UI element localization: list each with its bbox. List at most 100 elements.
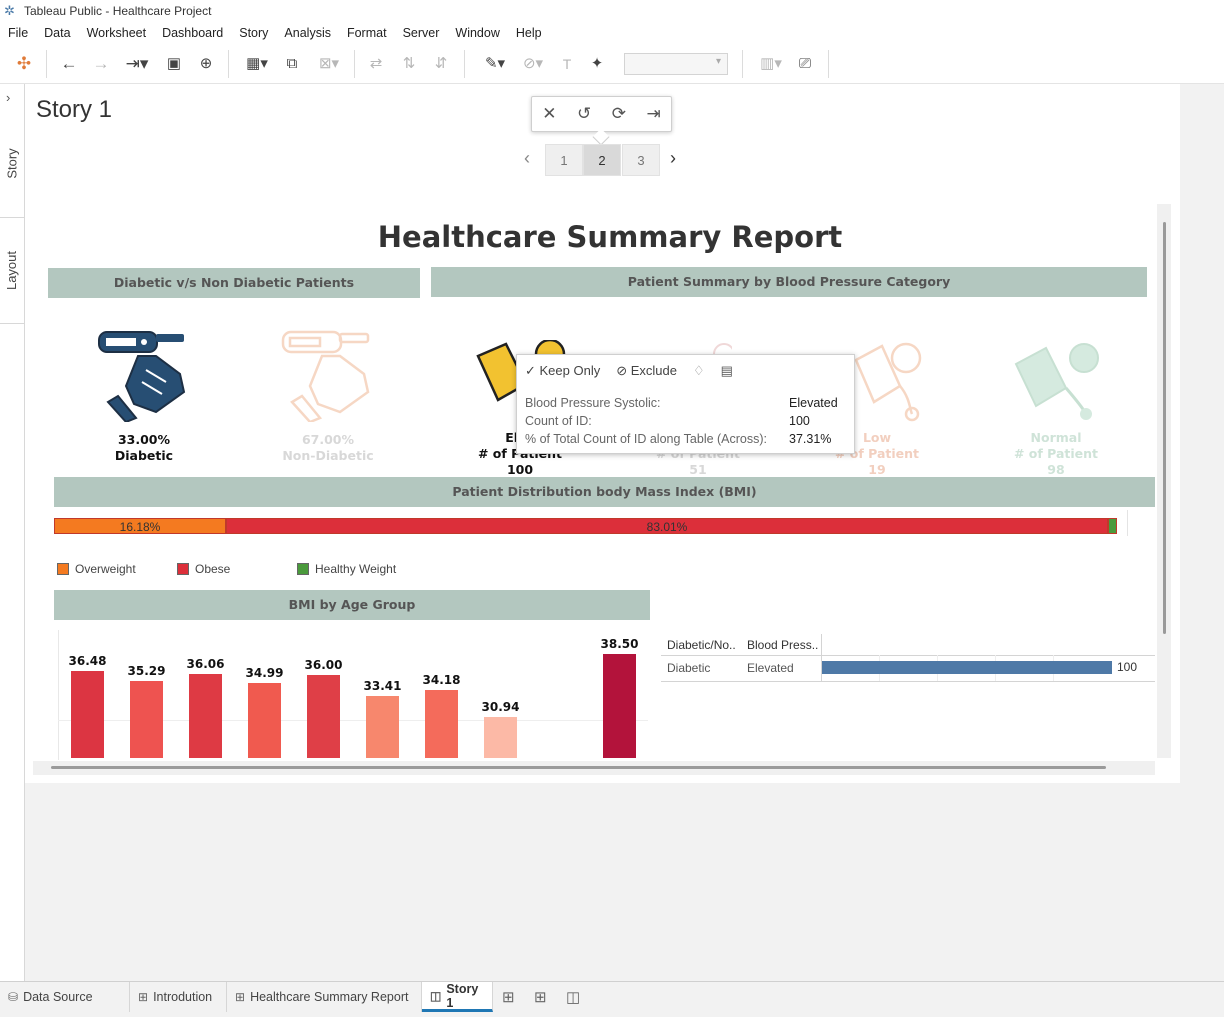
menu-format[interactable]: Format xyxy=(339,26,395,40)
menu-bar: File Data Worksheet Dashboard Story Anal… xyxy=(0,22,1224,44)
age-group-bar-label: 33.41 xyxy=(363,679,402,693)
sort-ascending-icon[interactable]: ⇅ xyxy=(398,53,420,75)
group-members-icon[interactable]: ⊘▾ xyxy=(516,53,550,75)
age-group-bar-label: 36.00 xyxy=(304,658,343,672)
page-3[interactable]: 3 xyxy=(622,144,660,176)
expand-panel-icon[interactable]: › xyxy=(6,90,10,105)
bp-normal-kpi[interactable]: Normal # of Patient 98 xyxy=(1010,430,1102,478)
revert-icon[interactable]: ↺ xyxy=(572,104,596,124)
mark-tooltip: ✓ Keep Only ⊘ Exclude ♢ ▤ Blood Pressure… xyxy=(516,354,855,454)
diabetic-label: Diabetic xyxy=(114,448,174,463)
duplicate-sheet-icon[interactable]: ⧉ xyxy=(282,53,302,75)
sort-descending-icon[interactable]: ⇵ xyxy=(430,53,452,75)
show-me-icon[interactable]: ▥▾ xyxy=(754,53,788,75)
legend-obese[interactable]: Obese xyxy=(177,562,230,576)
bp-normal-icon[interactable] xyxy=(1012,342,1102,424)
exclude-button[interactable]: ⊘ Exclude xyxy=(616,363,677,379)
new-data-source-icon[interactable]: ⊕ xyxy=(196,53,216,75)
crosstab-header-diabetic[interactable]: Diabetic/No.. xyxy=(667,638,736,652)
tab-introdution[interactable]: ⊞ Introdution xyxy=(130,982,227,1012)
crosstab-bar[interactable] xyxy=(822,661,1112,674)
menu-help[interactable]: Help xyxy=(508,26,550,40)
age-group-bar[interactable] xyxy=(603,654,636,758)
swap-rows-columns-icon[interactable]: ⇄ xyxy=(366,53,386,75)
diabetic-kpi[interactable]: 33.00% Diabetic xyxy=(104,432,184,464)
view-data-icon[interactable]: ▤ xyxy=(721,363,733,379)
fit-dropdown[interactable] xyxy=(624,53,728,75)
age-group-bar[interactable] xyxy=(248,683,281,758)
redo-icon[interactable]: → xyxy=(90,53,112,75)
tab-healthcare-summary-report[interactable]: ⊞ Healthcare Summary Report xyxy=(227,982,422,1012)
save-icon[interactable]: ▣ xyxy=(164,53,184,75)
tab-layout[interactable]: Layout xyxy=(0,218,24,324)
menu-story[interactable]: Story xyxy=(231,26,276,40)
age-group-bar[interactable] xyxy=(366,696,399,758)
tab-story[interactable]: Story xyxy=(0,110,24,218)
group-members-icon[interactable]: ♢ xyxy=(693,363,705,379)
age-group-bar[interactable] xyxy=(307,675,340,758)
crosstab-cell-diabetic[interactable]: Diabetic xyxy=(667,661,710,675)
diabetic-glucose-meter-icon[interactable] xyxy=(96,326,192,422)
menu-dashboard[interactable]: Dashboard xyxy=(154,26,231,40)
bmi-segment[interactable]: 83.01% xyxy=(226,518,1108,534)
bmi-segment[interactable] xyxy=(1108,518,1117,534)
clear-sheet-icon[interactable]: ⊠▾ xyxy=(312,53,346,75)
bmi-segment[interactable]: 16.18% xyxy=(54,518,226,534)
crosstab-divider xyxy=(821,634,822,682)
presentation-mode-icon[interactable]: ⎚ xyxy=(794,53,816,75)
tableau-home-icon[interactable]: ✣ xyxy=(14,53,34,75)
menu-analysis[interactable]: Analysis xyxy=(276,26,339,40)
fix-axes-icon[interactable]: ✦ xyxy=(586,53,608,75)
save-as-new-icon[interactable]: ⇥ xyxy=(642,104,666,124)
replay-icon[interactable]: ⇥▾ xyxy=(120,53,154,75)
non-diabetic-kpi[interactable]: 67.00% Non-Diabetic xyxy=(276,432,380,464)
age-group-bar-label: 35.29 xyxy=(127,664,166,678)
age-group-bar[interactable] xyxy=(130,681,163,758)
legend-label: Healthy Weight xyxy=(315,562,397,576)
highlight-icon[interactable]: ✎▾ xyxy=(478,53,512,75)
tab-story-1[interactable]: ◫ Story 1 xyxy=(422,982,493,1012)
menu-worksheet[interactable]: Worksheet xyxy=(79,26,155,40)
tab-data-source[interactable]: ⛁ Data Source xyxy=(0,982,130,1012)
bp-normal-count-label: # of Patient xyxy=(1013,446,1099,461)
new-dashboard-icon[interactable]: ⊞ xyxy=(534,988,547,1006)
new-worksheet-icon[interactable]: ▦▾ xyxy=(240,53,274,75)
page-2[interactable]: 2 xyxy=(583,144,621,176)
age-group-bar-label: 30.94 xyxy=(481,700,520,714)
age-group-bar[interactable] xyxy=(484,717,517,758)
crosstab-header-bp[interactable]: Blood Press.. xyxy=(747,638,818,652)
menu-window[interactable]: Window xyxy=(447,26,507,40)
crosstab-cell-bp[interactable]: Elevated xyxy=(747,661,794,675)
next-page-icon[interactable]: › xyxy=(670,148,676,169)
section-bp-header: Patient Summary by Blood Pressure Catego… xyxy=(431,267,1147,297)
age-group-bar[interactable] xyxy=(71,671,104,758)
scrollbar-thumb[interactable] xyxy=(51,766,1106,769)
update-icon[interactable]: ⟳ xyxy=(607,104,631,124)
tableau-logo-icon: ✲ xyxy=(4,3,15,18)
new-worksheet-icon[interactable]: ⊞ xyxy=(502,988,515,1006)
new-story-icon[interactable]: ◫ xyxy=(566,988,580,1006)
menu-file[interactable]: File xyxy=(0,26,36,40)
age-group-bar[interactable] xyxy=(189,674,222,758)
delete-icon[interactable]: ✕ xyxy=(537,104,561,124)
non-diabetic-glucose-meter-icon[interactable] xyxy=(280,326,376,422)
diabetic-bp-crosstab: Diabetic/No.. Blood Press.. Diabetic Ele… xyxy=(661,634,1155,682)
crosstab-divider xyxy=(661,681,1155,682)
bp-low-icon[interactable] xyxy=(852,340,928,422)
story-title[interactable]: Story 1 xyxy=(36,96,112,124)
show-mark-labels-icon[interactable]: T xyxy=(556,53,578,75)
legend-healthy-weight[interactable]: Healthy Weight xyxy=(297,562,396,576)
undo-icon[interactable]: ← xyxy=(58,53,80,75)
horizontal-scrollbar[interactable] xyxy=(33,761,1155,775)
age-group-bar[interactable] xyxy=(425,690,458,758)
tab-label: Data Source xyxy=(23,990,93,1004)
vertical-scrollbar[interactable] xyxy=(1157,204,1171,758)
page-1[interactable]: 1 xyxy=(545,144,583,176)
previous-page-icon[interactable]: ‹ xyxy=(524,148,530,169)
menu-server[interactable]: Server xyxy=(395,26,448,40)
legend-overweight[interactable]: Overweight xyxy=(57,562,136,576)
database-icon: ⛁ xyxy=(8,990,19,1004)
scrollbar-thumb[interactable] xyxy=(1163,222,1166,634)
menu-data[interactable]: Data xyxy=(36,26,78,40)
keep-only-button[interactable]: ✓ Keep Only xyxy=(525,363,600,379)
